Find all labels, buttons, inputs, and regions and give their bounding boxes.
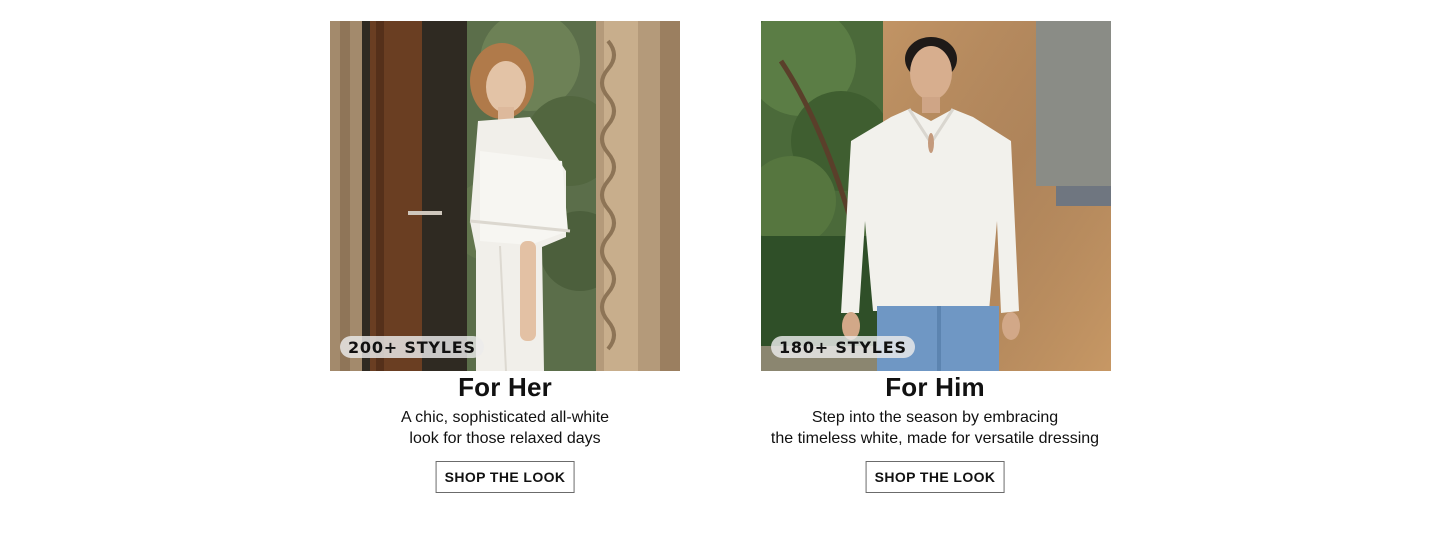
shop-the-look-button[interactable]: SHOP THE LOOK bbox=[435, 461, 575, 493]
woman-in-white-dress-image bbox=[330, 21, 680, 371]
description-line: Step into the season by embracing bbox=[811, 409, 1059, 426]
card-description: A chic, sophisticated all-white look for… bbox=[295, 407, 715, 449]
description-line: the timeless white, made for versatile d… bbox=[770, 430, 1100, 447]
card-description: Step into the season by embracing the ti… bbox=[725, 407, 1145, 449]
man-in-white-shirt-image bbox=[761, 21, 1111, 371]
for-her-photo[interactable]: 200+ STYLES bbox=[330, 21, 680, 371]
product-card-for-him[interactable]: 180+ STYLES bbox=[761, 21, 1111, 371]
product-card-for-her[interactable]: 200+ STYLES bbox=[330, 21, 680, 371]
description-line: A chic, sophisticated all-white bbox=[400, 409, 610, 426]
card-title[interactable]: For Him bbox=[725, 371, 1145, 403]
styles-count-badge: 200+ STYLES bbox=[340, 336, 484, 358]
styles-count-badge: 180+ STYLES bbox=[771, 336, 915, 358]
description-line: look for those relaxed days bbox=[409, 430, 601, 447]
for-him-photo[interactable]: 180+ STYLES bbox=[761, 21, 1111, 371]
card-title[interactable]: For Her bbox=[295, 371, 715, 403]
shop-the-look-button[interactable]: SHOP THE LOOK bbox=[865, 461, 1005, 493]
